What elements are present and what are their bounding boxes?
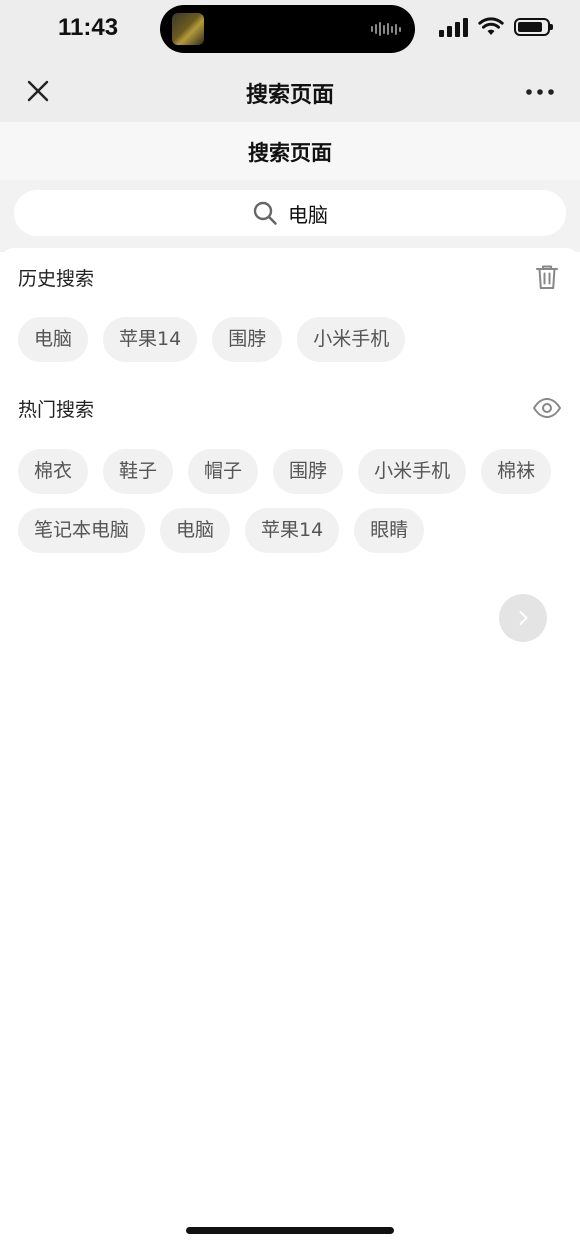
hot-tag[interactable]: 电脑 [160,508,231,553]
eye-icon[interactable] [532,393,562,423]
wifi-icon [478,17,504,35]
status-time: 11:43 [58,14,119,41]
next-button[interactable] [499,594,547,642]
now-playing-artwork [172,13,204,45]
search-area: 电脑 [0,180,580,252]
history-tag[interactable]: 电脑 [18,317,89,362]
chevron-right-icon [519,611,528,625]
search-query-text: 电脑 [288,202,328,227]
history-tag[interactable]: 小米手机 [297,317,406,362]
trash-icon[interactable] [532,262,562,292]
search-input[interactable]: 电脑 [14,190,566,236]
hot-tag[interactable]: 棉衣 [18,449,89,494]
dynamic-island[interactable] [160,5,415,53]
history-section-header: 历史搜索 [18,262,562,294]
search-icon [253,201,277,225]
nav-title: 搜索页面 [245,83,334,108]
hot-tag[interactable]: 鞋子 [103,449,174,494]
search-suggestions-panel: 历史搜索 电脑 苹果14 围脖 小米手机 热门搜索 棉衣 鞋子 帽子 围脖 小米… [0,248,580,1246]
history-tag[interactable]: 苹果14 [103,317,198,362]
battery-level [518,22,542,32]
navigation-bar: 搜索页面 [0,60,580,122]
home-indicator[interactable] [186,1227,394,1234]
hot-section-header: 热门搜索 [18,393,562,425]
hot-tag[interactable]: 眼睛 [354,508,425,553]
page-header: 搜索页面 [0,122,580,180]
hot-title: 热门搜索 [18,399,95,421]
hot-tag[interactable]: 笔记本电脑 [18,508,146,553]
hot-tag[interactable]: 苹果14 [245,508,340,553]
hot-tag[interactable]: 棉袜 [481,449,552,494]
status-icons [439,17,553,37]
hot-tag[interactable]: 围脖 [273,449,344,494]
more-icon[interactable] [524,80,556,104]
cellular-signal-icon [439,17,468,37]
audio-waveform-icon [371,22,401,36]
hot-tag[interactable]: 小米手机 [358,449,467,494]
battery-icon [514,18,553,36]
hot-tags: 棉衣 鞋子 帽子 围脖 小米手机 棉袜 笔记本电脑 电脑 苹果14 眼睛 [18,449,562,553]
status-bar: 11:43 [0,0,580,60]
history-title: 历史搜索 [18,268,95,290]
page-title: 搜索页面 [248,141,332,165]
search-page-screen: 11:43 搜索页面 搜索页面 电脑 历史搜索 电脑 苹果14 围脖 小米手机 … [0,0,580,1246]
history-tag[interactable]: 围脖 [212,317,283,362]
hot-tag[interactable]: 帽子 [188,449,259,494]
history-tags: 电脑 苹果14 围脖 小米手机 [18,317,562,362]
